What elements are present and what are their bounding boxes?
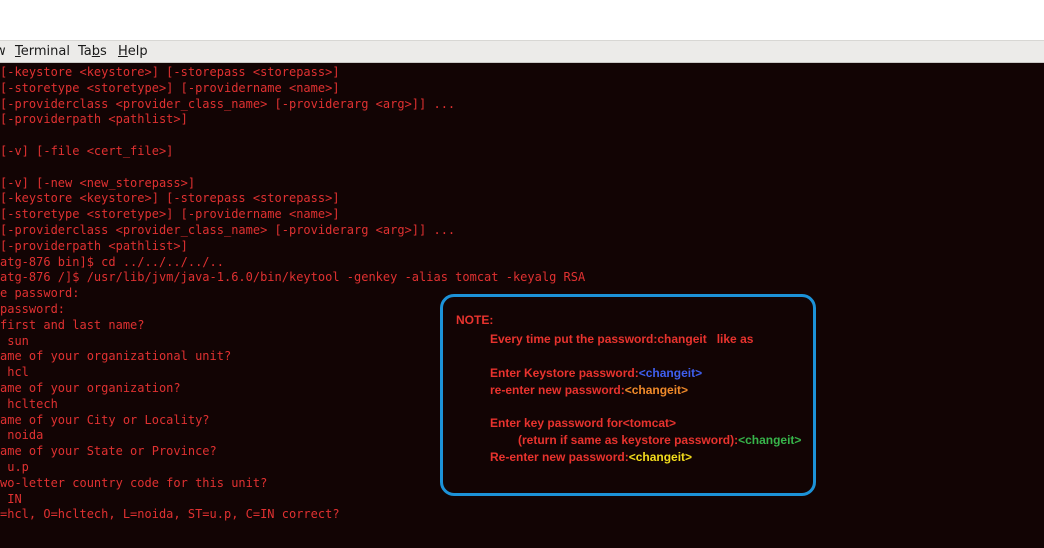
menu-help-rest: elp <box>127 44 148 59</box>
terminal-line: hcltech <box>0 396 58 411</box>
terminal-line: [-providerpath <pathlist>] <box>0 238 188 253</box>
menu-help-mnemonic: H <box>118 44 128 59</box>
menu-tabs[interactable]: Tabs <box>78 44 107 59</box>
menu-terminal[interactable]: Terminal <box>15 44 70 59</box>
note-line-2-label: Enter Keystore password: <box>490 366 639 380</box>
note-title: NOTE: <box>456 313 494 327</box>
menu-help[interactable]: Help <box>118 44 148 59</box>
terminal-line: =hcl, O=hcltech, L=noida, ST=u.p, C=IN c… <box>0 507 340 522</box>
terminal-line: first and last name? <box>0 317 145 332</box>
note-line-4: Enter key password for<tomcat> <box>490 416 677 430</box>
menu-tabs-mnemonic: b <box>91 44 101 59</box>
note-line-1: Every time put the password:changeit lik… <box>490 332 754 346</box>
menu-terminal-rest: erminal <box>20 44 70 59</box>
terminal-line: [-storetype <storetype>] [-providername … <box>0 207 340 222</box>
note-line-6-label: Re-enter new password: <box>490 450 629 464</box>
terminal-line: [-providerpath <pathlist>] <box>0 112 188 127</box>
terminal-line: IN <box>0 491 22 506</box>
terminal-line: u.p <box>0 460 29 474</box>
terminal-line: wo-letter country code for this unit? <box>0 475 268 490</box>
terminal-line: [-v] [-new <new_storepass>] <box>0 175 196 190</box>
menu-view-partial[interactable]: w <box>0 44 6 59</box>
note-line-6: Re-enter new password:<changeit> <box>490 450 692 464</box>
terminal-line: ame of your organization? <box>0 381 181 395</box>
menu-bar: w Terminal Tabs Help <box>0 40 1044 63</box>
terminal-line: hcl <box>0 365 29 380</box>
terminal-line: ame of your State or Province? <box>0 444 217 459</box>
terminal-line: ame of your organizational unit? <box>0 349 232 364</box>
terminal-line: [-v] [-file <cert_file>] <box>0 144 174 158</box>
terminal-line: atg-876 /]$ /usr/lib/jvm/java-1.6.0/bin/… <box>0 270 586 285</box>
terminal-line: e password: <box>0 286 80 301</box>
note-line-2-value: <changeit> <box>638 366 703 380</box>
note-line-3-label: re-enter new password: <box>490 383 625 397</box>
menu-tabs-pre: Ta <box>78 44 92 59</box>
terminal-line: ame of your City or Locality? <box>0 412 210 427</box>
note-callout: NOTE: Every time put the password:change… <box>440 294 816 496</box>
note-line-5: (return if same as keystore password):<c… <box>518 433 801 447</box>
terminal-line: noida <box>0 428 44 443</box>
terminal-line: [-keystore <keystore>] [-storepass <stor… <box>0 191 340 206</box>
terminal-line: [-keystore <keystore>] [-storepass <stor… <box>0 65 340 79</box>
terminal-line: [-providerclass <provider_class_name> [-… <box>0 223 456 237</box>
note-line-2: Enter Keystore password:<changeit> <box>490 366 702 380</box>
terminal-line: sun <box>0 333 29 348</box>
note-line-3-value: <changeit> <box>624 383 689 397</box>
terminal-line: password: <box>0 302 66 316</box>
note-line-5-value: <changeit> <box>738 433 802 447</box>
terminal-line: [-storetype <storetype>] [-providername … <box>0 80 340 95</box>
terminal-line: [-providerclass <provider_class_name> [-… <box>0 96 456 111</box>
note-line-6-value: <changeit> <box>628 450 693 464</box>
menu-tabs-rest: s <box>100 44 107 59</box>
window-top-area <box>0 0 1044 40</box>
note-line-3: re-enter new password:<changeit> <box>490 383 688 397</box>
terminal-line: atg-876 bin]$ cd ../../../../.. <box>0 254 224 269</box>
note-line-5-label: (return if same as keystore password): <box>518 433 739 447</box>
